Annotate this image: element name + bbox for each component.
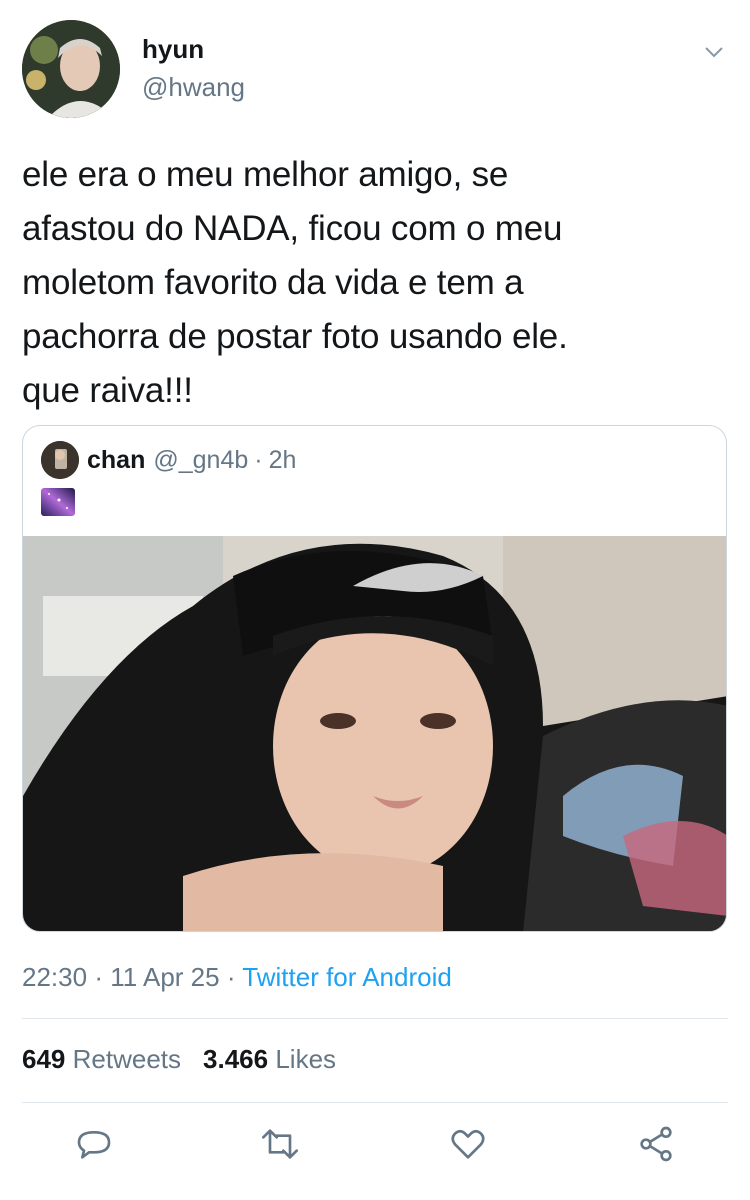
tweet-header: hyun @hwang bbox=[22, 20, 732, 120]
retweet-icon[interactable] bbox=[260, 1124, 300, 1164]
author-display-name[interactable]: hyun bbox=[142, 34, 245, 64]
quoted-photo[interactable] bbox=[23, 536, 726, 931]
likes-stat[interactable]: 3.466 Likes bbox=[203, 1044, 336, 1075]
share-icon[interactable] bbox=[636, 1124, 676, 1164]
tweet-text: ele era o meu melhor amigo, se afastou d… bbox=[22, 155, 568, 410]
quoted-age: 2h bbox=[268, 445, 297, 474]
divider bbox=[22, 1102, 728, 1103]
timestamp-separator: · bbox=[94, 962, 103, 992]
retweets-stat[interactable]: 649 Retweets bbox=[22, 1044, 181, 1075]
tweet-source-link[interactable]: Twitter for Android bbox=[242, 962, 452, 992]
tweet-timestamp: 22:30 · 11 Apr 25 · Twitter for Android bbox=[22, 962, 452, 993]
retweets-label: Retweets bbox=[72, 1044, 182, 1074]
author-handle[interactable]: @hwang bbox=[142, 70, 245, 104]
milky-way-emoji-icon bbox=[41, 488, 75, 516]
like-icon[interactable] bbox=[448, 1124, 488, 1164]
likes-count: 3.466 bbox=[203, 1044, 269, 1074]
quoted-name[interactable]: chan bbox=[87, 446, 145, 475]
quoted-separator: · bbox=[254, 445, 263, 474]
divider bbox=[22, 1018, 728, 1019]
author-avatar[interactable] bbox=[22, 20, 120, 118]
quoted-tweet[interactable]: chan @_gn4b · 2h bbox=[22, 425, 727, 932]
quoted-avatar[interactable] bbox=[41, 441, 79, 479]
tweet-time: 22:30 bbox=[22, 962, 88, 992]
tweet-date: 11 Apr 25 bbox=[110, 962, 220, 992]
action-bar bbox=[0, 1120, 750, 1170]
chevron-down-icon[interactable] bbox=[702, 40, 726, 64]
reply-icon[interactable] bbox=[74, 1124, 114, 1164]
timestamp-separator: · bbox=[226, 962, 236, 992]
retweets-count: 649 bbox=[22, 1044, 66, 1074]
tweet-stats: 649 Retweets 3.466 Likes bbox=[22, 1044, 336, 1075]
quoted-handle[interactable]: @_gn4b bbox=[153, 446, 248, 475]
likes-label: Likes bbox=[275, 1044, 337, 1074]
